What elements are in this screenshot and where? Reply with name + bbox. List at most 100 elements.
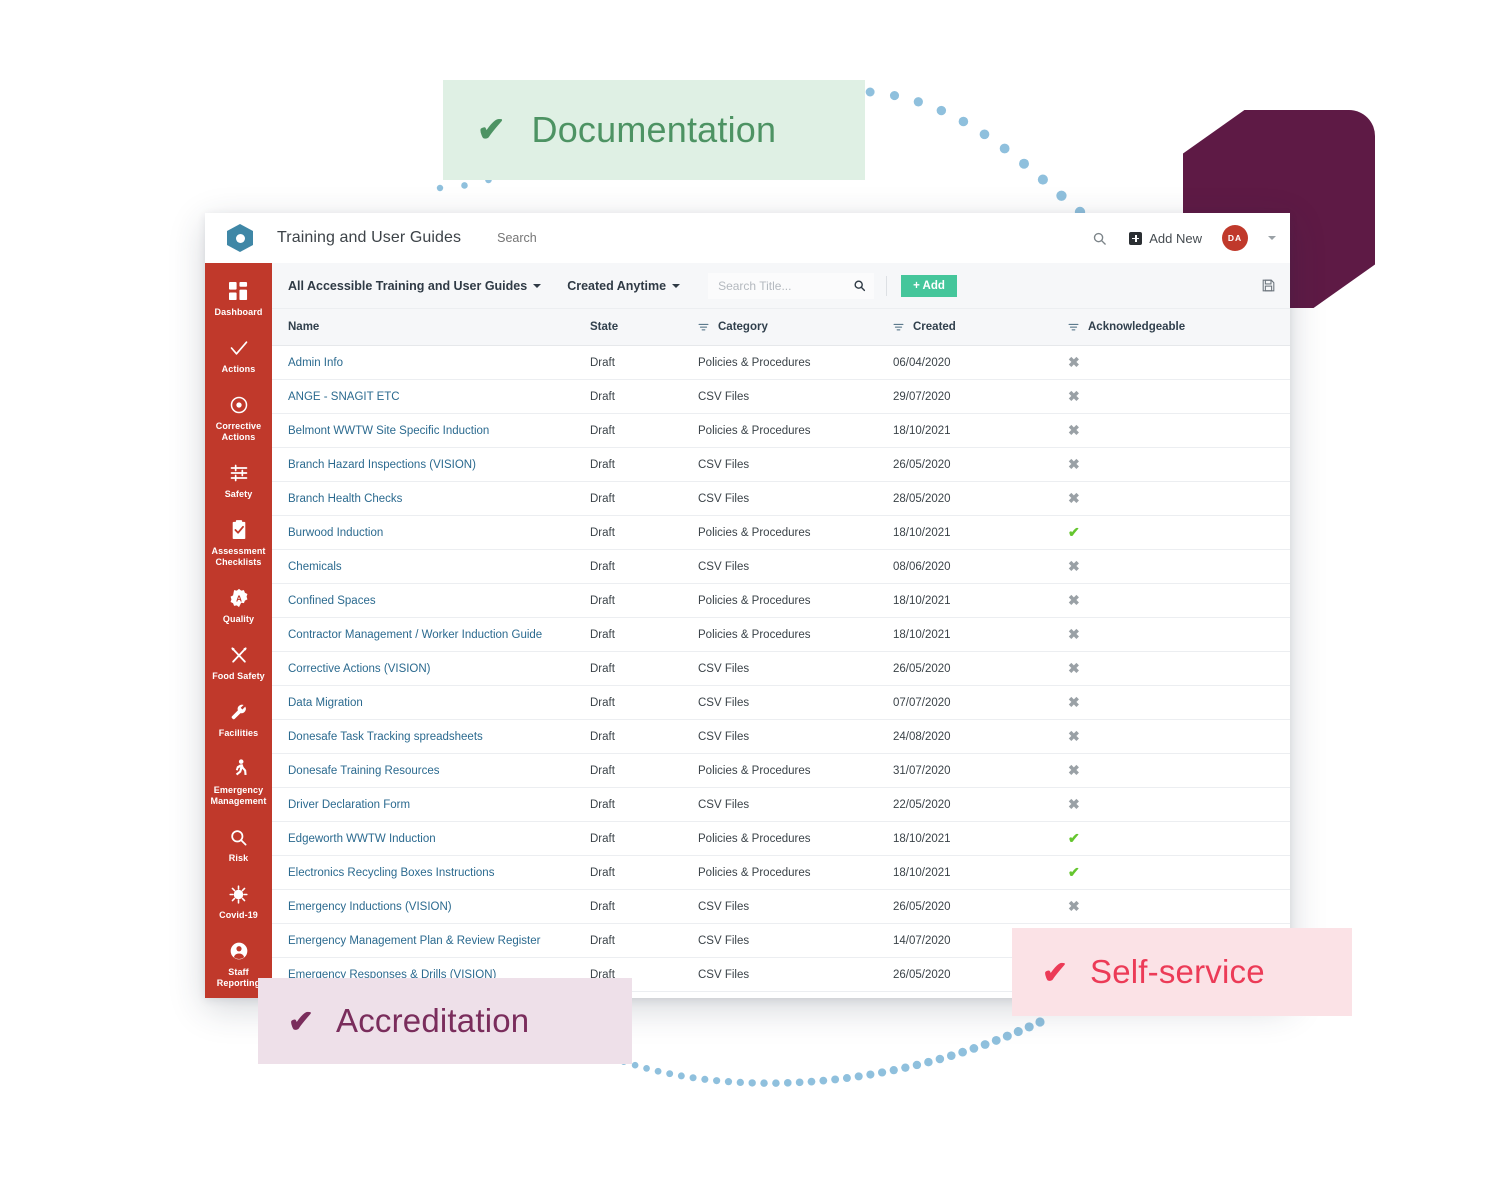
search-icon[interactable]: [1089, 228, 1109, 248]
table-row[interactable]: Belmont WWTW Site Specific InductionDraf…: [272, 414, 1290, 448]
avatar[interactable]: DA: [1222, 225, 1248, 251]
document-link[interactable]: ANGE - SNAGIT ETC: [288, 391, 400, 403]
sliders-icon: [229, 462, 249, 484]
table-row[interactable]: Electronics Recycling Boxes Instructions…: [272, 856, 1290, 890]
sidebar-item-facilities[interactable]: Facilities: [205, 692, 272, 749]
document-link[interactable]: Emergency Inductions (VISION): [288, 901, 452, 913]
cell-state: Draft: [590, 652, 698, 686]
search-title-field[interactable]: [708, 273, 874, 299]
table-row[interactable]: Driver Declaration FormDraftCSV Files22/…: [272, 788, 1290, 822]
column-header-acknowledgeable[interactable]: Acknowledgeable: [1068, 309, 1290, 346]
cell-state: Draft: [590, 380, 698, 414]
filter-icon[interactable]: [1068, 322, 1079, 333]
sidebar-item-dashboard[interactable]: Dashboard: [205, 271, 272, 328]
document-link[interactable]: Donesafe Task Tracking spreadsheets: [288, 731, 483, 743]
cross-icon: ✖: [1068, 559, 1080, 573]
column-header-created[interactable]: Created: [893, 309, 1068, 346]
column-label: Created: [913, 321, 956, 333]
table-row[interactable]: ANGE - SNAGIT ETCDraftCSV Files29/07/202…: [272, 380, 1290, 414]
cell-acknowledgeable: ✖: [1068, 448, 1290, 482]
app-window: Training and User Guides Add New DA: [205, 213, 1290, 998]
filter-icon[interactable]: [893, 322, 904, 333]
table-row[interactable]: Donesafe Task Tracking spreadsheetsDraft…: [272, 720, 1290, 754]
table-row[interactable]: Edgeworth WWTW InductionDraftPolicies & …: [272, 822, 1290, 856]
table-row[interactable]: Emergency Inductions (VISION)DraftCSV Fi…: [272, 890, 1290, 924]
sidebar-item-food-safety[interactable]: Food Safety: [205, 635, 272, 692]
table-row[interactable]: Data MigrationDraftCSV Files07/07/2020✖: [272, 686, 1290, 720]
cell-category: Policies & Procedures: [698, 414, 893, 448]
table-row[interactable]: ChemicalsDraftCSV Files08/06/2020✖: [272, 550, 1290, 584]
column-header-name[interactable]: Name: [272, 309, 590, 346]
cell-name: Emergency Inductions (VISION): [272, 890, 590, 924]
sidebar-item-emergency-management[interactable]: Emergency Management: [205, 749, 272, 817]
cell-acknowledgeable: ✔: [1068, 516, 1290, 550]
global-search-input[interactable]: [497, 231, 677, 245]
table-row[interactable]: Contractor Management / Worker Induction…: [272, 618, 1290, 652]
document-link[interactable]: Belmont WWTW Site Specific Induction: [288, 425, 489, 437]
table-row[interactable]: Confined SpacesDraftPolicies & Procedure…: [272, 584, 1290, 618]
cell-acknowledgeable: ✖: [1068, 652, 1290, 686]
search-icon[interactable]: [853, 279, 866, 292]
chevron-down-icon[interactable]: [1268, 236, 1276, 240]
table-row[interactable]: Donesafe Training ResourcesDraftPolicies…: [272, 754, 1290, 788]
fork-spoon-icon: [229, 644, 249, 666]
view-filter-dropdown[interactable]: All Accessible Training and User Guides: [288, 279, 541, 293]
document-link[interactable]: Burwood Induction: [288, 527, 383, 539]
grid-icon: [229, 280, 248, 302]
sidebar-item-covid-19[interactable]: Covid-19: [205, 874, 272, 931]
document-link[interactable]: Confined Spaces: [288, 595, 376, 607]
check-icon: ✔: [1068, 865, 1080, 879]
sidebar-item-quality[interactable]: A Quality: [205, 578, 272, 635]
cell-created: 06/04/2020: [893, 346, 1068, 380]
document-link[interactable]: Driver Declaration Form: [288, 799, 410, 811]
cell-created: 29/07/2020: [893, 380, 1068, 414]
search-title-input[interactable]: [718, 279, 853, 293]
cell-name: Donesafe Task Tracking spreadsheets: [272, 720, 590, 754]
document-link[interactable]: Edgeworth WWTW Induction: [288, 833, 436, 845]
document-link[interactable]: Emergency Management Plan & Review Regis…: [288, 935, 540, 947]
filter-icon[interactable]: [698, 322, 709, 333]
sidebar-item-actions[interactable]: Actions: [205, 328, 272, 385]
sidebar-item-assessment-checklists[interactable]: Assessment Checklists: [205, 510, 272, 578]
add-new-button[interactable]: Add New: [1129, 231, 1202, 246]
sidebar-item-corrective-actions[interactable]: Corrective Actions: [205, 385, 272, 453]
table-row[interactable]: Admin InfoDraftPolicies & Procedures06/0…: [272, 346, 1290, 380]
sidebar-item-risk[interactable]: Risk: [205, 817, 272, 874]
document-link[interactable]: Admin Info: [288, 357, 343, 369]
floppy-save-icon[interactable]: [1261, 278, 1276, 293]
table-row[interactable]: Branch Hazard Inspections (VISION)DraftC…: [272, 448, 1290, 482]
table-body: Admin InfoDraftPolicies & Procedures06/0…: [272, 346, 1290, 999]
add-button[interactable]: + Add: [901, 275, 957, 297]
document-link[interactable]: Donesafe Training Resources: [288, 765, 440, 777]
column-header-category[interactable]: Category: [698, 309, 893, 346]
date-filter-dropdown[interactable]: Created Anytime: [567, 279, 680, 293]
document-link[interactable]: Data Migration: [288, 697, 363, 709]
sidebar-item-safety[interactable]: Safety: [205, 453, 272, 510]
cell-acknowledgeable: ✖: [1068, 754, 1290, 788]
document-link[interactable]: Chemicals: [288, 561, 342, 573]
document-link[interactable]: Branch Health Checks: [288, 493, 402, 505]
document-link[interactable]: Electronics Recycling Boxes Instructions: [288, 867, 494, 879]
badge-documentation: ✔ Documentation: [443, 80, 865, 180]
table-row[interactable]: Branch Health ChecksDraftCSV Files28/05/…: [272, 482, 1290, 516]
plus-square-icon: [1129, 232, 1142, 245]
document-link[interactable]: Branch Hazard Inspections (VISION): [288, 459, 476, 471]
cross-icon: ✖: [1068, 457, 1080, 471]
check-icon: ✔: [477, 113, 506, 147]
document-link[interactable]: Corrective Actions (VISION): [288, 663, 431, 675]
hexagon-logo-icon[interactable]: [227, 224, 253, 252]
table-head: Name State: [272, 309, 1290, 346]
cell-name: Electronics Recycling Boxes Instructions: [272, 856, 590, 890]
cross-icon: ✖: [1068, 593, 1080, 607]
clipboard-check-icon: [230, 519, 248, 541]
sidebar-item-label: Facilities: [219, 728, 259, 739]
cell-category: CSV Files: [698, 788, 893, 822]
cell-name: Branch Hazard Inspections (VISION): [272, 448, 590, 482]
main-content: All Accessible Training and User Guides …: [272, 263, 1290, 998]
table-row[interactable]: Corrective Actions (VISION)DraftCSV File…: [272, 652, 1290, 686]
cell-name: Admin Info: [272, 346, 590, 380]
table-row[interactable]: Burwood InductionDraftPolicies & Procedu…: [272, 516, 1290, 550]
column-header-state[interactable]: State: [590, 309, 698, 346]
cell-created: 18/10/2021: [893, 856, 1068, 890]
document-link[interactable]: Contractor Management / Worker Induction…: [288, 629, 542, 641]
